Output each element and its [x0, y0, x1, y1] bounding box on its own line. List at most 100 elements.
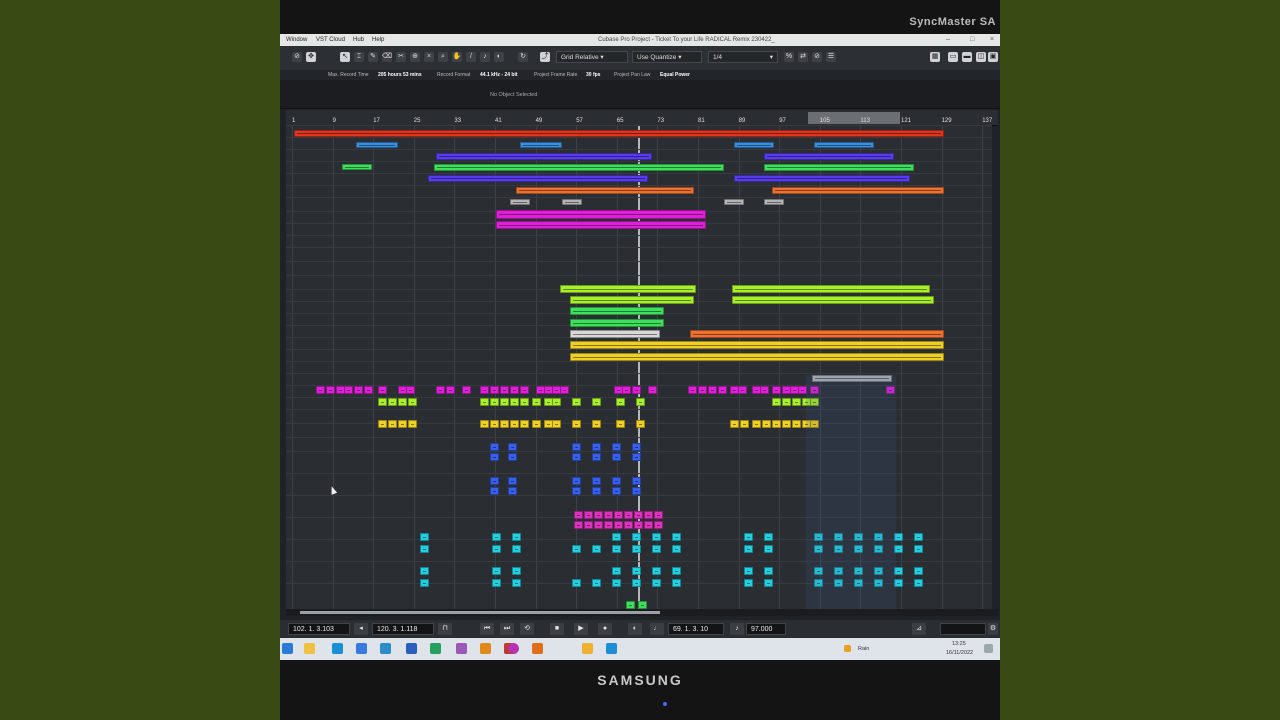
event-clip[interactable] [744, 567, 753, 575]
event-clip[interactable] [792, 420, 801, 428]
event-clip[interactable] [316, 386, 325, 394]
event-clip[interactable] [378, 420, 387, 428]
event-clip[interactable] [570, 307, 664, 315]
event-clip[interactable] [408, 398, 417, 406]
event-clip[interactable] [520, 420, 529, 428]
app-icon-1[interactable] [456, 643, 467, 654]
event-clip[interactable] [294, 130, 944, 137]
goto-start-icon[interactable]: ⏮ [480, 623, 494, 635]
event-clip[interactable] [356, 142, 398, 148]
event-clip[interactable] [572, 545, 581, 553]
event-clip[interactable] [718, 386, 727, 394]
event-clip[interactable] [732, 285, 930, 293]
event-clip[interactable] [434, 164, 724, 171]
event-clip[interactable] [408, 420, 417, 428]
event-clip[interactable] [594, 521, 603, 529]
event-clip[interactable] [420, 533, 429, 541]
event-clip[interactable] [492, 533, 501, 541]
event-clip[interactable] [760, 386, 769, 394]
event-clip[interactable] [614, 521, 623, 529]
event-clip[interactable] [570, 296, 694, 304]
event-clip[interactable] [652, 567, 661, 575]
event-clip[interactable] [772, 386, 781, 394]
event-clip[interactable] [480, 398, 489, 406]
event-clip[interactable] [462, 386, 471, 394]
event-clip[interactable] [446, 386, 455, 394]
event-clip[interactable] [782, 398, 791, 406]
event-clip[interactable] [632, 477, 641, 485]
event-clip[interactable] [570, 330, 660, 338]
event-clip[interactable] [762, 420, 771, 428]
event-clip[interactable] [592, 420, 601, 428]
event-clip[interactable] [594, 511, 603, 519]
event-clip[interactable] [772, 187, 944, 194]
event-clip[interactable] [572, 579, 581, 587]
event-clip[interactable] [632, 386, 641, 394]
event-clip[interactable] [512, 579, 521, 587]
right-locator-field[interactable]: 120. 3. 1.118 [372, 623, 434, 635]
clock-date[interactable]: 16/11/2022 [946, 650, 973, 656]
left-locator-field[interactable]: 102. 1. 3.103 [288, 623, 350, 635]
constrain-icon[interactable]: ⊘ [292, 52, 302, 62]
play-icon[interactable]: ▶ [574, 623, 588, 635]
event-clip[interactable] [520, 142, 562, 148]
event-clip[interactable] [592, 453, 601, 461]
event-clip[interactable] [764, 164, 914, 171]
event-clip[interactable] [698, 386, 707, 394]
event-clip[interactable] [636, 420, 645, 428]
snap-icon[interactable]: ⤴ [540, 52, 550, 62]
event-clip[interactable] [740, 420, 749, 428]
event-clip[interactable] [326, 386, 335, 394]
event-clip[interactable] [688, 386, 697, 394]
event-clip[interactable] [496, 221, 706, 229]
event-clip[interactable] [914, 567, 923, 575]
event-clip[interactable] [772, 420, 781, 428]
event-clip[interactable] [644, 511, 653, 519]
event-clip[interactable] [480, 386, 489, 394]
excel-icon[interactable] [430, 643, 441, 654]
event-clip[interactable] [398, 420, 407, 428]
event-clip[interactable] [638, 601, 647, 609]
event-clip[interactable] [420, 579, 429, 587]
event-clip[interactable] [490, 477, 499, 485]
event-clip[interactable] [592, 443, 601, 451]
event-clip[interactable] [436, 153, 652, 160]
event-clip[interactable] [612, 567, 621, 575]
scrollbar-thumb[interactable] [300, 611, 660, 614]
event-clip[interactable] [672, 545, 681, 553]
edit-mode-icon[interactable]: ✥ [306, 52, 316, 62]
event-clip[interactable] [388, 420, 397, 428]
event-clip[interactable] [512, 533, 521, 541]
event-clip[interactable] [584, 521, 593, 529]
goto-end-icon[interactable]: ⏭ [500, 623, 514, 635]
range-select-icon[interactable]: ⌶ [354, 52, 364, 62]
event-clip[interactable] [378, 386, 387, 394]
event-clip[interactable] [592, 487, 601, 495]
event-clip[interactable] [592, 398, 601, 406]
quantize-panel-icon[interactable]: ☰ [826, 52, 836, 62]
event-clip[interactable] [492, 579, 501, 587]
event-clip[interactable] [612, 453, 621, 461]
layout-icon-3[interactable]: ▬ [962, 52, 972, 62]
event-clip[interactable] [612, 533, 621, 541]
event-clip[interactable] [520, 398, 529, 406]
locator-icon[interactable]: ◂ [354, 623, 368, 635]
menu-hub[interactable]: Hub [353, 37, 364, 43]
layout-icon-4[interactable]: ◫ [976, 52, 986, 62]
event-clip[interactable] [388, 398, 397, 406]
event-clip[interactable] [632, 579, 641, 587]
event-clip[interactable] [616, 420, 625, 428]
event-clip[interactable] [378, 398, 387, 406]
event-clip[interactable] [616, 398, 625, 406]
event-clip[interactable] [914, 579, 923, 587]
event-clip[interactable] [490, 398, 499, 406]
event-clip[interactable] [604, 521, 613, 529]
event-clip[interactable] [406, 386, 415, 394]
event-clip[interactable] [652, 545, 661, 553]
event-clip[interactable] [420, 567, 429, 575]
event-clip[interactable] [632, 443, 641, 451]
event-clip[interactable] [632, 487, 641, 495]
record-icon[interactable]: ● [598, 623, 612, 635]
event-clip[interactable] [508, 453, 517, 461]
event-clip[interactable] [612, 579, 621, 587]
